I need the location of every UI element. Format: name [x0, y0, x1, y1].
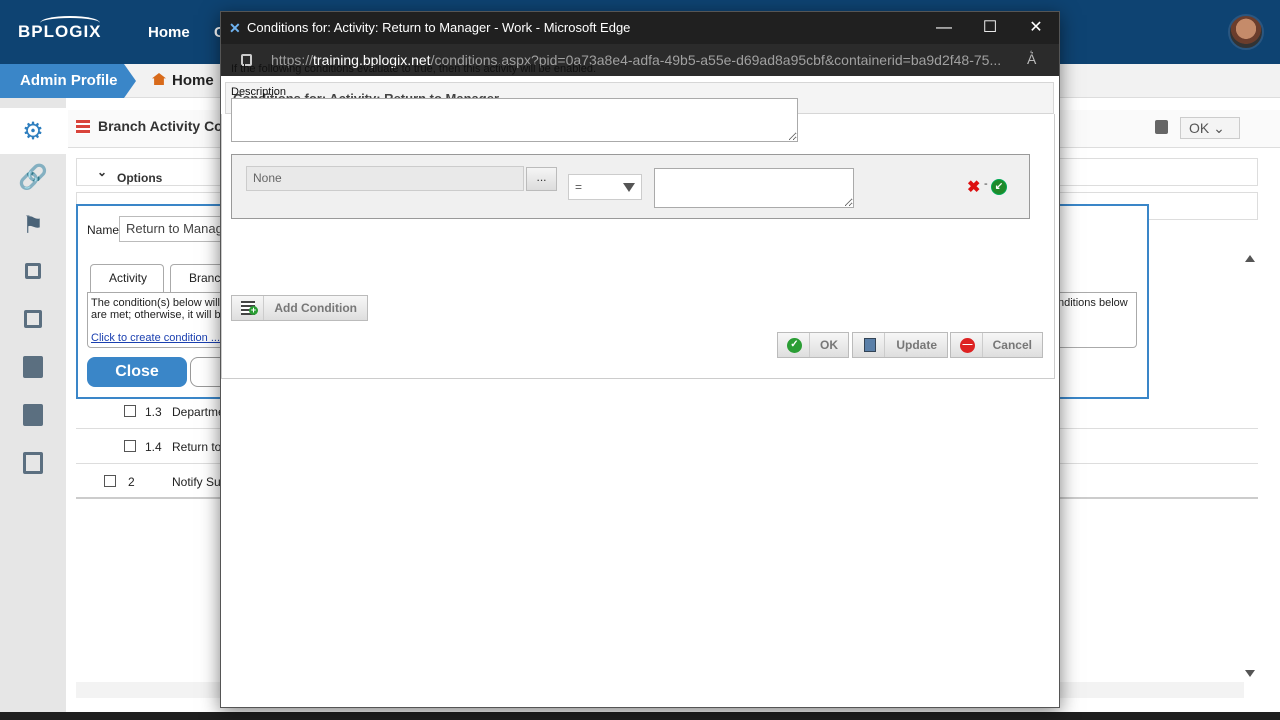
delete-icon[interactable]: ✖	[967, 177, 980, 197]
row-label: Return to	[172, 440, 222, 454]
condition-note-text-right: nditions below	[1058, 297, 1128, 309]
window-titlebar[interactable]: ✕ Conditions for: Activity: Return to Ma…	[221, 12, 1059, 44]
intro-text: If the following conditions evaluate to …	[231, 63, 597, 75]
add-condition-button[interactable]: Add Condition	[231, 295, 368, 321]
copy-icon[interactable]	[0, 296, 66, 342]
maximize-button[interactable]: ☐	[967, 12, 1013, 44]
row-checkbox[interactable]	[124, 405, 136, 417]
flag-icon[interactable]: ⚑	[0, 202, 66, 248]
separator: -	[984, 178, 988, 190]
close-button[interactable]: Close	[87, 357, 187, 387]
check-icon: ✓	[787, 338, 802, 353]
row-number: 1.4	[145, 440, 162, 454]
options-label: ⌄ Options	[97, 165, 163, 185]
breadcrumb-admin-profile[interactable]: Admin Profile	[0, 64, 136, 98]
checklist-icon[interactable]	[0, 440, 66, 486]
browse-button[interactable]: ...	[526, 167, 557, 191]
window-title: Conditions for: Activity: Return to Mana…	[247, 20, 631, 35]
condition-field-input[interactable]: None	[246, 166, 524, 191]
conditions-popup-window: ✕ Conditions for: Activity: Return to Ma…	[220, 11, 1060, 708]
gears-icon[interactable]: ⚙	[0, 108, 66, 154]
cancel-icon: —	[960, 338, 975, 353]
minimize-button[interactable]: —	[921, 12, 967, 44]
panel-title: Branch Activity Con	[98, 118, 232, 134]
cancel-button[interactable]: — Cancel	[950, 332, 1043, 358]
breadcrumb-home[interactable]: Home	[152, 64, 214, 98]
scroll-up-arrow[interactable]	[1245, 255, 1255, 262]
link-icon[interactable]: 🔗	[0, 154, 66, 200]
row-number: 1.3	[145, 405, 162, 419]
go-arrow-icon[interactable]: ↙	[991, 179, 1007, 195]
save-icon	[864, 338, 876, 352]
locked-file-icon[interactable]	[0, 344, 66, 390]
create-condition-link[interactable]: Click to create condition ...	[91, 332, 220, 344]
layers-icon[interactable]	[0, 248, 66, 294]
row-checkbox[interactable]	[104, 475, 116, 487]
condition-note-text-2: are met; otherwise, it will be	[91, 309, 227, 321]
row-checkbox[interactable]	[124, 440, 136, 452]
list-icon	[76, 120, 90, 134]
bplogix-logo[interactable]: BPLOGIX	[18, 16, 102, 42]
scroll-down-arrow[interactable]	[1245, 670, 1255, 677]
tab-activity[interactable]: Activity	[90, 264, 164, 292]
ok-button[interactable]: ✓ OK	[777, 332, 849, 358]
lock-icon[interactable]	[1155, 120, 1168, 134]
condition-note-text: The condition(s) below will	[91, 297, 220, 309]
operator-select[interactable]: =	[568, 174, 642, 200]
ok-dropdown[interactable]: OK ⌄	[1180, 117, 1240, 139]
description-field[interactable]	[231, 98, 798, 142]
add-condition-icon	[241, 301, 258, 315]
chevron-down-icon	[623, 183, 635, 192]
avatar[interactable]	[1228, 14, 1264, 50]
update-button[interactable]: Update	[852, 332, 948, 358]
close-window-button[interactable]: ✕	[1013, 12, 1059, 44]
documents-icon[interactable]	[0, 392, 66, 438]
taskbar-edge	[0, 712, 1280, 720]
read-aloud-icon[interactable]: A͛	[1027, 51, 1036, 67]
left-rail: ⚙ 🔗 ⚑	[0, 98, 66, 720]
name-label: Name	[87, 223, 120, 237]
row-number: 2	[128, 475, 135, 489]
home-icon	[152, 73, 166, 85]
condition-value-field[interactable]	[654, 168, 854, 208]
nav-home[interactable]: Home	[148, 24, 190, 41]
description-label: Description	[231, 86, 287, 98]
condition-row: None ... = ✖ - ↙	[231, 154, 1030, 219]
edge-icon: ✕	[229, 20, 241, 36]
